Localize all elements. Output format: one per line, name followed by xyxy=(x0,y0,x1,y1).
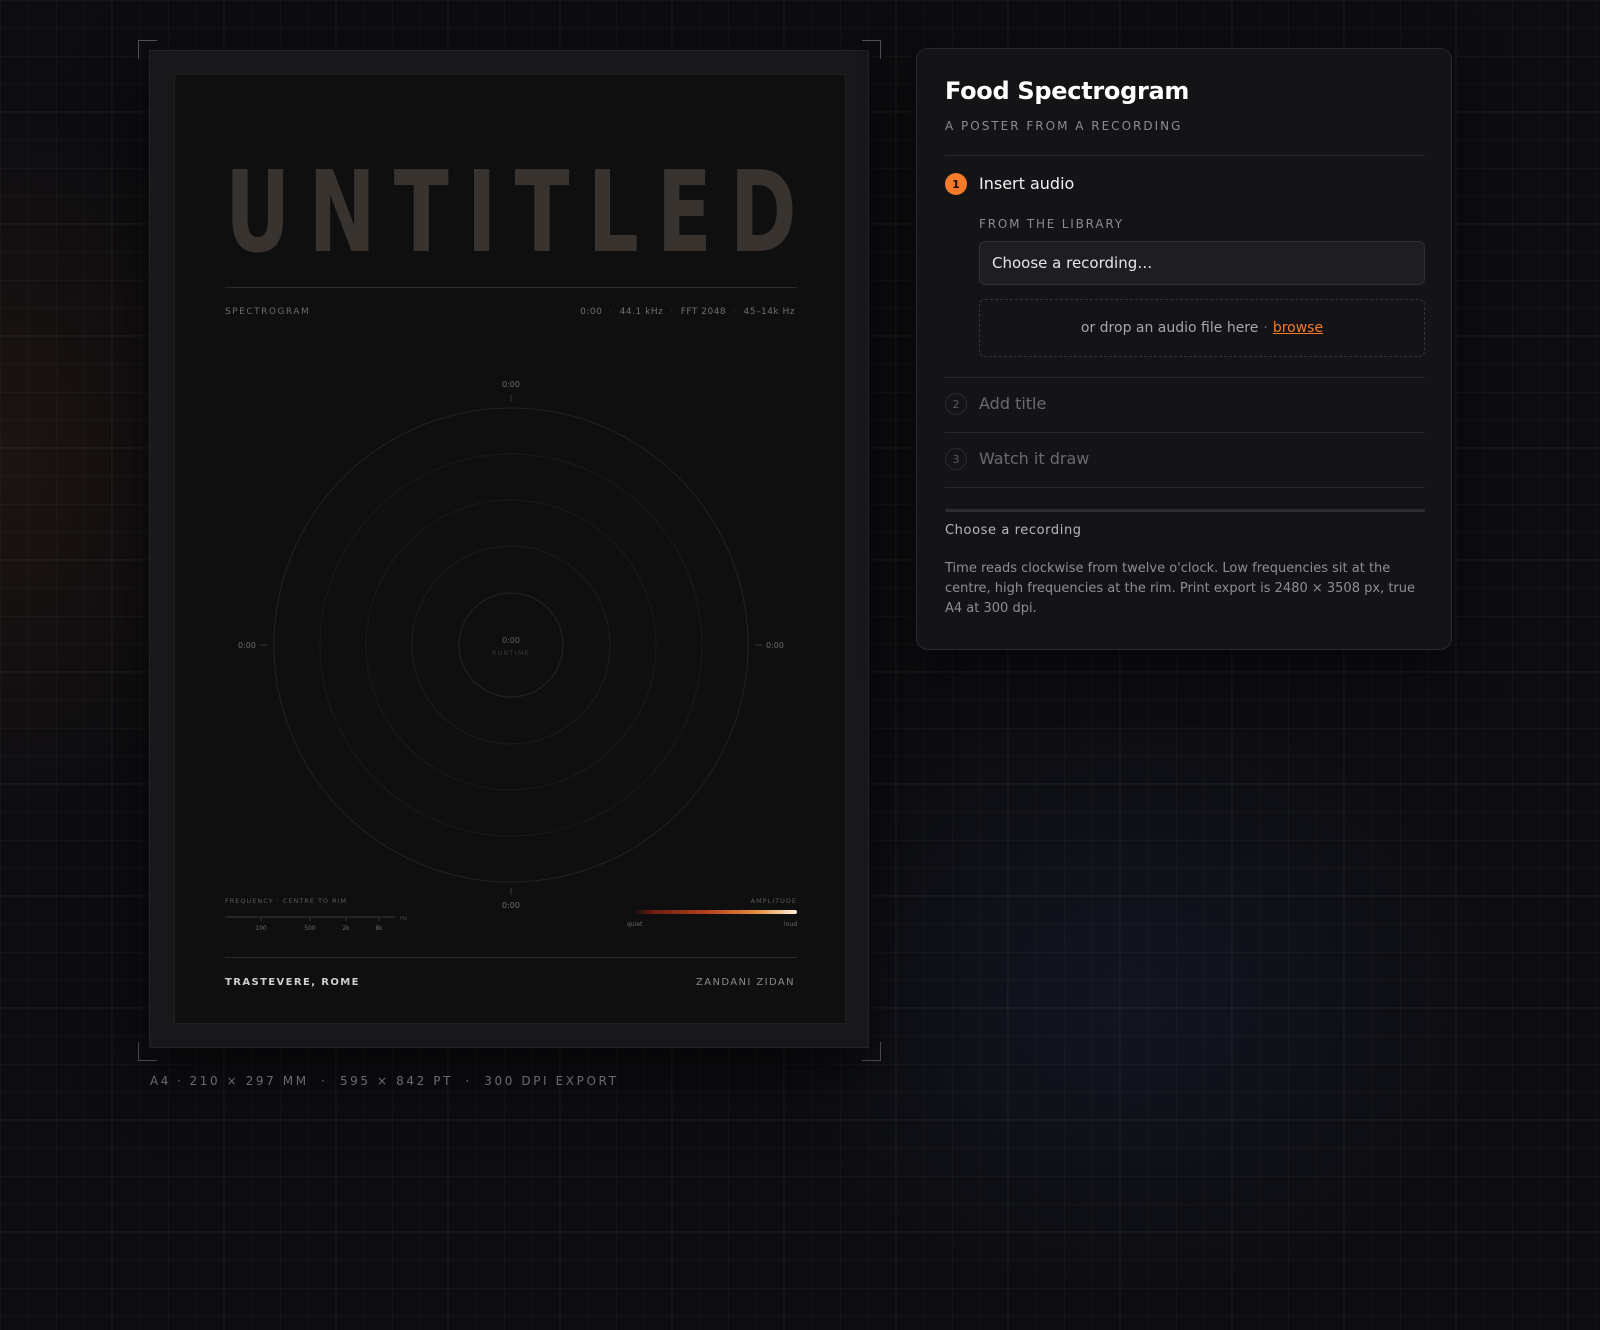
spec-dpi: 300 DPI EXPORT xyxy=(484,1074,619,1088)
dial-center-label: RUNTIME xyxy=(492,650,530,657)
dial-ring xyxy=(365,499,657,791)
dial-label-left: 0:00 xyxy=(238,641,256,650)
step-watch-it-draw[interactable]: Watch it draw xyxy=(979,448,1089,470)
panel-subtitle: A POSTER FROM A RECORDING xyxy=(945,119,1183,133)
step-1-badge: 1 xyxy=(945,173,967,195)
step-3-badge: 3 xyxy=(945,448,967,470)
dial-ring xyxy=(411,545,611,745)
drop-separator: · xyxy=(1263,320,1268,336)
divider xyxy=(945,487,1425,488)
spec-points: 595 × 842 PT xyxy=(339,1074,454,1088)
frequency-tick-label: 2k xyxy=(342,925,350,932)
spec-millimetres: 210 × 297 MM xyxy=(189,1074,309,1088)
amplitude-legend-high: loud xyxy=(784,921,797,928)
description-text: Time reads clockwise from twelve o'clock… xyxy=(945,561,1415,616)
recording-select[interactable]: Choose a recording… xyxy=(979,241,1425,285)
progress-bar xyxy=(945,509,1425,512)
dial-center-time: 0:00 xyxy=(502,636,520,645)
export-spec-caption: A4 · 210 × 297 MM · 595 × 842 PT · 300 DPI… xyxy=(150,1074,619,1088)
drop-text: or drop an audio file here xyxy=(1080,320,1259,336)
poster-preview: U N T I T L E D SPECTROGRAM 0:00 · 44.1 kH… xyxy=(174,74,846,1024)
poster-rule-bottom xyxy=(225,957,797,958)
step-add-title[interactable]: Add title xyxy=(979,393,1046,415)
frequency-tick-label: 8k xyxy=(375,925,383,932)
amplitude-legend-low: quiet xyxy=(627,921,643,928)
poster-author: ZANDANI ZIDAN xyxy=(696,977,795,988)
spec-paper-size: A4 xyxy=(150,1074,172,1088)
browse-link[interactable]: browse xyxy=(1273,320,1323,336)
dial-ring-outer xyxy=(273,407,749,883)
divider xyxy=(945,432,1425,433)
dial-ring xyxy=(319,453,703,837)
spectrogram-dial: 0:00 0:00 0:00 0:00 0:00 RUNTIME FREQUEN… xyxy=(225,380,797,932)
divider xyxy=(945,155,1425,156)
amplitude-legend-label: AMPLITUDE xyxy=(751,897,797,905)
step-insert-audio[interactable]: Insert audio xyxy=(979,173,1074,195)
frequency-tick-label: 500 xyxy=(304,925,316,932)
recording-select-value: Choose a recording… xyxy=(992,254,1153,272)
frequency-legend-label: FREQUENCY · CENTRE TO RIM xyxy=(225,897,347,905)
dial-ring-inner xyxy=(458,592,564,698)
dial-label-top: 0:00 xyxy=(502,380,520,389)
dial-label-bottom: 0:00 xyxy=(502,901,520,910)
frequency-legend-unit: Hz xyxy=(400,916,407,922)
panel-title: Food Spectrogram xyxy=(945,77,1190,105)
frequency-tick-label: 100 xyxy=(255,925,267,932)
audio-drop-zone[interactable]: or drop an audio file here · browse xyxy=(979,299,1425,357)
control-panel: Food Spectrogram A POSTER FROM A RECORDI… xyxy=(916,48,1452,650)
amplitude-gradient-bar xyxy=(633,910,797,914)
poster-location: TRASTEVERE, ROME xyxy=(225,977,360,988)
status-text: Choose a recording xyxy=(945,523,1082,538)
step-2-badge: 2 xyxy=(945,393,967,415)
library-label: FROM THE LIBRARY xyxy=(979,217,1124,231)
divider xyxy=(945,377,1425,378)
dial-label-right: 0:00 xyxy=(766,641,784,650)
